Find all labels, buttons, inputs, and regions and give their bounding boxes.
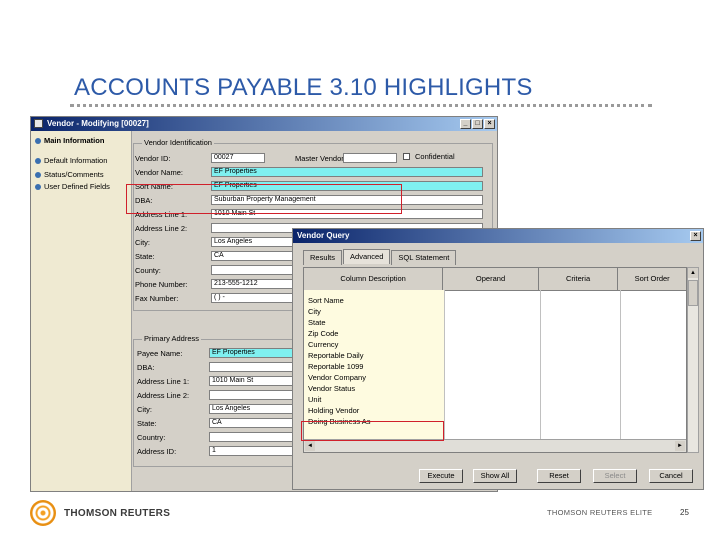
primary-dba-field[interactable] bbox=[209, 362, 299, 372]
confidential-label: Confidential bbox=[415, 152, 455, 161]
tab-advanced[interactable]: Advanced bbox=[343, 249, 391, 264]
group-title: Vendor Identification bbox=[142, 138, 214, 147]
master-vendor-field[interactable] bbox=[343, 153, 397, 163]
minimize-icon[interactable]: _ bbox=[460, 119, 471, 129]
primary-state-field[interactable]: CA bbox=[209, 418, 299, 428]
primary-address-line-2-field[interactable] bbox=[209, 390, 299, 400]
query-tabs: Results Advanced SQL Statement bbox=[303, 249, 457, 265]
execute-button[interactable]: Execute bbox=[419, 469, 463, 483]
close-icon[interactable]: × bbox=[484, 119, 495, 129]
payee-name-label: Payee Name: bbox=[137, 349, 183, 358]
scroll-up-icon[interactable]: ▲ bbox=[688, 268, 698, 278]
grid-row[interactable]: Zip Code bbox=[308, 329, 338, 339]
address-id-label: Address ID: bbox=[137, 447, 177, 456]
primary-address-line-1-field[interactable]: 1010 Main St bbox=[209, 376, 299, 386]
primary-dba-label: DBA: bbox=[137, 363, 155, 372]
primary-address-line-1-label: Address Line 1: bbox=[137, 377, 190, 386]
cancel-button[interactable]: Cancel bbox=[649, 469, 693, 483]
vendor-name-field[interactable]: EF Properties bbox=[211, 167, 483, 177]
bullet-icon bbox=[35, 172, 41, 178]
city-label: City: bbox=[135, 238, 150, 247]
primary-city-label: City: bbox=[137, 405, 152, 414]
bullet-icon bbox=[35, 158, 41, 164]
county-label: County: bbox=[135, 266, 161, 275]
nav-item-status-comments[interactable]: Status/Comments bbox=[35, 171, 104, 179]
nav-item-label: Default Information bbox=[44, 156, 108, 165]
nav-item-main-information[interactable]: Main Information bbox=[35, 137, 114, 145]
address-line-2-label: Address Line 2: bbox=[135, 224, 188, 233]
slide-title: ACCOUNTS PAYABLE 3.10 HIGHLIGHTS bbox=[74, 74, 533, 101]
vendor-id-field[interactable]: 00027 bbox=[211, 153, 265, 163]
thomson-reuters-logo-icon bbox=[30, 500, 56, 526]
title-divider bbox=[70, 104, 652, 107]
grid-row[interactable]: Vendor Company bbox=[308, 373, 366, 383]
primary-state-label: State: bbox=[137, 419, 157, 428]
reset-button[interactable]: Reset bbox=[537, 469, 581, 483]
primary-country-field[interactable] bbox=[209, 432, 299, 442]
vendor-side-nav: Main Information Default Information Sta… bbox=[31, 131, 132, 491]
primary-address-line-2-label: Address Line 2: bbox=[137, 391, 190, 400]
fax-number-label: Fax Number: bbox=[135, 294, 179, 303]
primary-city-field[interactable]: Los Angeles bbox=[209, 404, 299, 414]
show-all-button[interactable]: Show All bbox=[473, 469, 517, 483]
column-divider bbox=[540, 290, 541, 440]
grid-row[interactable]: Vendor Status bbox=[308, 384, 355, 394]
vendor-window-titlebar[interactable]: Vendor - Modifying [00027] _ □ × bbox=[31, 117, 497, 131]
column-header-description[interactable]: Column Description bbox=[304, 268, 444, 290]
tab-sql-statement[interactable]: SQL Statement bbox=[391, 250, 457, 265]
confidential-checkbox[interactable] bbox=[403, 153, 410, 160]
vendor-id-label: Vendor ID: bbox=[135, 154, 171, 163]
nav-item-user-defined-fields[interactable]: User Defined Fields bbox=[35, 183, 110, 191]
state-label: State: bbox=[135, 252, 155, 261]
vendor-window-title: Vendor - Modifying [00027] bbox=[47, 119, 149, 128]
highlight-doing-business-as bbox=[301, 421, 444, 441]
select-button[interactable]: Select bbox=[593, 469, 637, 483]
query-window-titlebar[interactable]: Vendor Query × bbox=[293, 229, 703, 243]
grid-row[interactable]: Currency bbox=[308, 340, 338, 350]
scroll-left-icon[interactable]: ◄ bbox=[305, 441, 315, 451]
grid-row[interactable]: Holding Vendor bbox=[308, 406, 359, 416]
query-window-title: Vendor Query bbox=[297, 231, 350, 240]
tab-results[interactable]: Results bbox=[303, 250, 343, 265]
master-vendor-label: Master Vendor bbox=[295, 154, 344, 163]
scroll-thumb[interactable] bbox=[688, 280, 698, 306]
window-icon bbox=[34, 119, 43, 128]
grid-header: Column Description Operand Criteria Sort… bbox=[304, 268, 686, 291]
maximize-icon[interactable]: □ bbox=[472, 119, 483, 129]
logo-text: THOMSON REUTERS bbox=[64, 508, 171, 519]
grid-row[interactable]: Reportable Daily bbox=[308, 351, 363, 361]
column-header-sort-order[interactable]: Sort Order bbox=[618, 268, 686, 290]
grid-row[interactable]: Unit bbox=[308, 395, 321, 405]
primary-country-label: Country: bbox=[137, 433, 166, 442]
nav-item-default-information[interactable]: Default Information bbox=[35, 157, 107, 165]
column-header-criteria[interactable]: Criteria bbox=[539, 268, 619, 290]
group-title: Primary Address bbox=[142, 334, 202, 343]
bullet-icon bbox=[35, 138, 41, 144]
page-number: 25 bbox=[680, 508, 689, 517]
grid-row[interactable]: Sort Name bbox=[308, 296, 344, 306]
vendor-name-label: Vendor Name: bbox=[135, 168, 183, 177]
nav-item-label: Main Information bbox=[44, 136, 105, 145]
phone-number-label: Phone Number: bbox=[135, 280, 188, 289]
nav-item-label: User Defined Fields bbox=[44, 182, 110, 191]
footer-company: THOMSON REUTERS ELITE bbox=[547, 508, 653, 517]
vendor-query-window: Vendor Query × Results Advanced SQL Stat… bbox=[292, 228, 704, 490]
grid-row[interactable]: City bbox=[308, 307, 321, 317]
address-id-field[interactable]: 1 bbox=[209, 446, 299, 456]
highlight-sort-name-dba bbox=[126, 184, 402, 214]
column-divider bbox=[620, 290, 621, 440]
scroll-right-icon[interactable]: ► bbox=[675, 441, 685, 451]
grid-row[interactable]: State bbox=[308, 318, 326, 328]
nav-item-label: Status/Comments bbox=[44, 170, 104, 179]
payee-name-field[interactable]: EF Properties bbox=[209, 348, 299, 358]
vertical-scrollbar[interactable]: ▲ bbox=[687, 267, 699, 453]
bullet-icon bbox=[35, 184, 41, 190]
close-icon[interactable]: × bbox=[690, 231, 701, 241]
column-header-operand[interactable]: Operand bbox=[443, 268, 539, 290]
grid-row[interactable]: Reportable 1099 bbox=[308, 362, 363, 372]
